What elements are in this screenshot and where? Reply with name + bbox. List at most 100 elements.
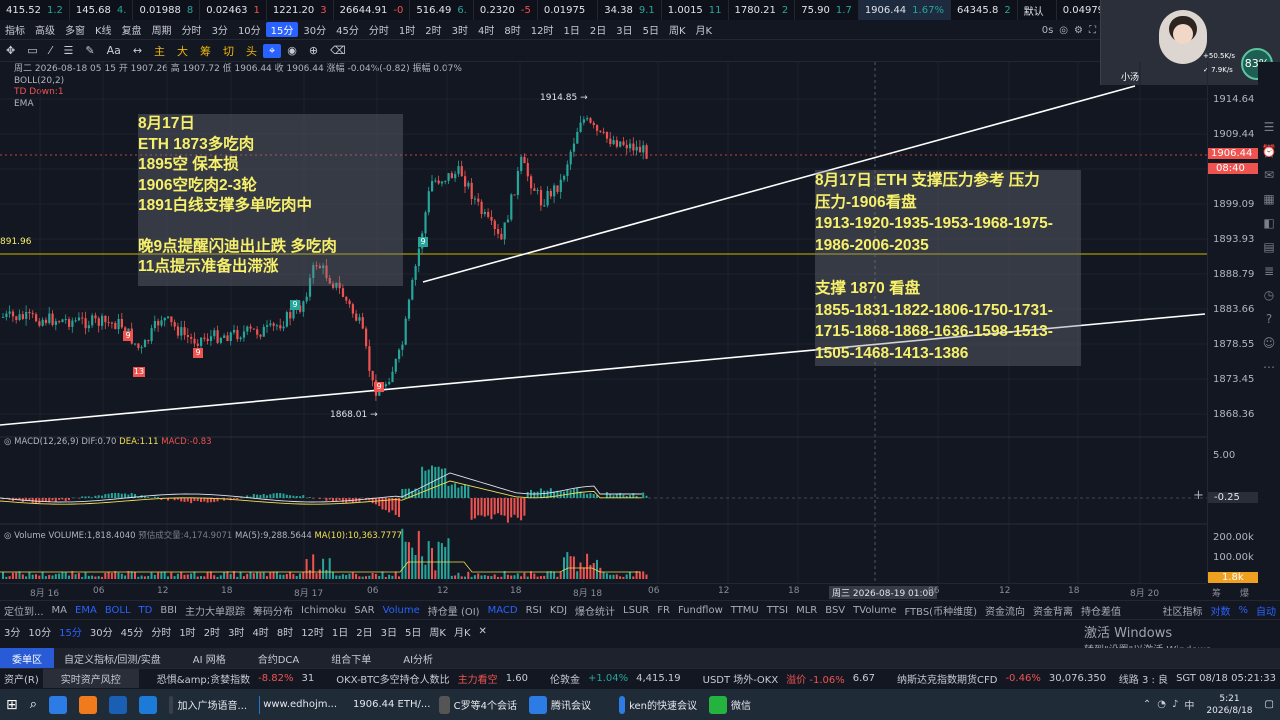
ticker-item[interactable]: 0.01988 8 xyxy=(133,0,201,20)
period-option[interactable]: 月K xyxy=(450,624,475,639)
toolbar-item[interactable]: 3分 xyxy=(207,22,233,37)
ticker-item[interactable]: 0.049796 xyxy=(1057,0,1100,20)
time-axis[interactable]: 8月 16 06 12 18 8月 17 06 12 18 8月 18 06 1… xyxy=(0,583,1249,599)
toolbar-item[interactable]: 分时 xyxy=(177,22,207,37)
toolbar-item[interactable]: 高级 xyxy=(30,22,60,37)
brush-tool-icon[interactable]: ✎ xyxy=(79,44,100,57)
period-option[interactable]: 4时 xyxy=(248,624,272,639)
indicator-tab[interactable]: 爆仓统计 xyxy=(571,603,619,618)
indicator-tab[interactable]: MLR xyxy=(792,605,821,616)
toolbar-item[interactable]: 5日 xyxy=(638,22,664,37)
toolbar-item[interactable]: 2日 xyxy=(585,22,611,37)
ticker-item[interactable]: 64345.8 2 xyxy=(951,0,1018,20)
toolbar-item[interactable]: 1时 xyxy=(394,22,420,37)
eye-tool-icon[interactable]: ◉ xyxy=(281,44,303,57)
lock-tool-icon[interactable]: ⊕ xyxy=(303,44,324,57)
indicator-tab[interactable]: RSI xyxy=(522,605,546,616)
search-icon[interactable]: ⌕ xyxy=(24,689,43,720)
taskbar-app[interactable]: 1906.44 ETH/... xyxy=(343,689,433,720)
indicator-tab[interactable]: 资金背离 xyxy=(1029,603,1077,618)
ticker-item[interactable]: 145.68 4. xyxy=(70,0,134,20)
big-order-tool[interactable]: 大 xyxy=(171,43,194,59)
bottom-tab[interactable]: 委单区 xyxy=(0,647,54,669)
toolbar-item[interactable]: 3时 xyxy=(447,22,473,37)
indicator-tab[interactable]: 持仓量 (OI) xyxy=(424,603,484,618)
ticker-item[interactable]: 34.38 9.1 xyxy=(598,0,662,20)
add-crosshair-icon[interactable]: + xyxy=(1193,488,1204,503)
indicator-tab[interactable]: EMA xyxy=(71,605,101,616)
period-option[interactable]: 3时 xyxy=(224,624,248,639)
indicator-tab[interactable]: BSV xyxy=(821,605,849,616)
indicator-option[interactable]: % xyxy=(1234,605,1252,616)
calendar-icon[interactable]: ▦ xyxy=(1263,192,1274,206)
analysis-note-left[interactable]: 8月17日 ETH 1873多吃肉 1895空 保本损 1906空吃肉2-3轮 … xyxy=(138,114,403,286)
chat-icon[interactable]: ✉ xyxy=(1264,168,1274,182)
magnet-tool-icon[interactable]: ⌖ xyxy=(263,43,282,58)
period-option[interactable]: 分时 xyxy=(147,624,175,639)
period-option[interactable]: 2时 xyxy=(200,624,224,639)
bottom-tab[interactable]: AI分析 xyxy=(393,651,455,666)
toolbar-item[interactable]: 10分 xyxy=(233,22,266,37)
toolbar-item[interactable]: 4时 xyxy=(473,22,499,37)
status-item[interactable]: 实时资产风控 xyxy=(42,669,139,688)
period-option[interactable]: 12时 xyxy=(297,624,328,639)
toolbar-item[interactable]: 分时 xyxy=(364,22,394,37)
clock[interactable]: 5:21 2026/8/18 xyxy=(1200,689,1258,720)
ticker-item[interactable]: 1221.20 3 xyxy=(267,0,334,20)
trash-tool-icon[interactable]: ⌫ xyxy=(324,44,352,57)
indicator-tab[interactable]: TVolume xyxy=(849,605,900,616)
toolbar-item[interactable]: 复盘 xyxy=(117,22,147,37)
start-button[interactable]: ⊞ xyxy=(0,689,24,720)
eye-icon[interactable]: ◎ xyxy=(4,531,11,541)
volume-legend[interactable]: ◎ Volume VOLUME:1,818.4040 预估成交量:4,174.9… xyxy=(4,529,402,541)
period-option[interactable]: 3分 xyxy=(0,624,24,639)
ticker-item[interactable]: 26644.91 -0 xyxy=(334,0,411,20)
taskbar-app[interactable]: 腾讯会议 xyxy=(523,689,613,720)
bottom-tab[interactable]: 自定义指标/回测/实盘 xyxy=(54,651,183,666)
taskbar-app[interactable]: 微信 xyxy=(703,689,793,720)
macd-legend[interactable]: ◎ MACD(12,26,9) DIF:0.70 DEA:1.11 MACD:-… xyxy=(4,437,212,447)
toolbar-item[interactable]: 3日 xyxy=(611,22,637,37)
text-tool-icon[interactable]: Aa xyxy=(101,44,127,57)
indicator-tab[interactable]: LSUR xyxy=(619,605,653,616)
indicator-tab[interactable]: 主力大单跟踪 xyxy=(181,603,249,618)
bottom-tab[interactable]: 组合下单 xyxy=(321,651,393,666)
indicator-tab[interactable]: Volume xyxy=(379,605,424,616)
taskbar-app[interactable]: 加入广场语音... xyxy=(163,689,253,720)
bottom-tab[interactable]: 合约DCA xyxy=(248,651,322,666)
watchlist-icon[interactable]: ☰ xyxy=(1264,120,1275,134)
indicator-tab[interactable]: TTSI xyxy=(763,605,792,616)
measure-tool-icon[interactable]: ↔ xyxy=(127,44,148,57)
price-axis[interactable]: 1914.64 1909.44 1906.44 08:40 1899.09 18… xyxy=(1207,62,1258,583)
chips-tool[interactable]: 筹 xyxy=(194,43,217,59)
indicator-tab[interactable]: MA xyxy=(48,605,71,616)
fib-tool-icon[interactable]: ☰ xyxy=(57,44,79,57)
settings-icon[interactable]: ⚙ xyxy=(1074,25,1083,36)
period-option[interactable]: 45分 xyxy=(117,624,148,639)
more-icon[interactable]: ⋯ xyxy=(1263,360,1275,374)
eye-icon[interactable]: ◎ xyxy=(4,437,11,447)
indicator-tab[interactable]: Ichimoku xyxy=(297,605,350,616)
indicator-option[interactable]: 自动 xyxy=(1252,603,1280,618)
period-option[interactable]: 15分 xyxy=(55,624,86,639)
period-option[interactable]: ✕ xyxy=(475,626,491,637)
notification-icon[interactable]: ▢ xyxy=(1259,689,1280,720)
period-option[interactable]: 1时 xyxy=(175,624,199,639)
analysis-note-right[interactable]: 8月17日 ETH 支撑压力参考 压力 压力-1906看盘 1913-1920-… xyxy=(815,170,1081,366)
ticker-item[interactable]: 0.2320 -5 xyxy=(474,0,538,20)
period-option[interactable]: 10分 xyxy=(24,624,55,639)
ticker-item[interactable]: 1906.44 1.67% xyxy=(858,0,951,20)
main-chart-tool[interactable]: 主 xyxy=(148,43,171,59)
toolbar-item[interactable]: 8时 xyxy=(499,22,525,37)
indicator-tab[interactable]: Fundflow xyxy=(674,605,727,616)
chips-toggle[interactable]: 筹 xyxy=(1212,586,1221,599)
period-option[interactable]: 8时 xyxy=(273,624,297,639)
period-option[interactable]: 1日 xyxy=(328,624,352,639)
cursor-tool-icon[interactable]: ✥ xyxy=(0,44,21,57)
indicator-tab[interactable]: 定位到... xyxy=(0,603,48,618)
data-icon[interactable]: ▤ xyxy=(1263,240,1274,254)
taskbar-app[interactable] xyxy=(103,689,133,720)
toolbar-item[interactable]: 指标 xyxy=(0,22,30,37)
toolbar-item[interactable]: 2时 xyxy=(420,22,446,37)
period-option[interactable]: 5日 xyxy=(401,624,425,639)
